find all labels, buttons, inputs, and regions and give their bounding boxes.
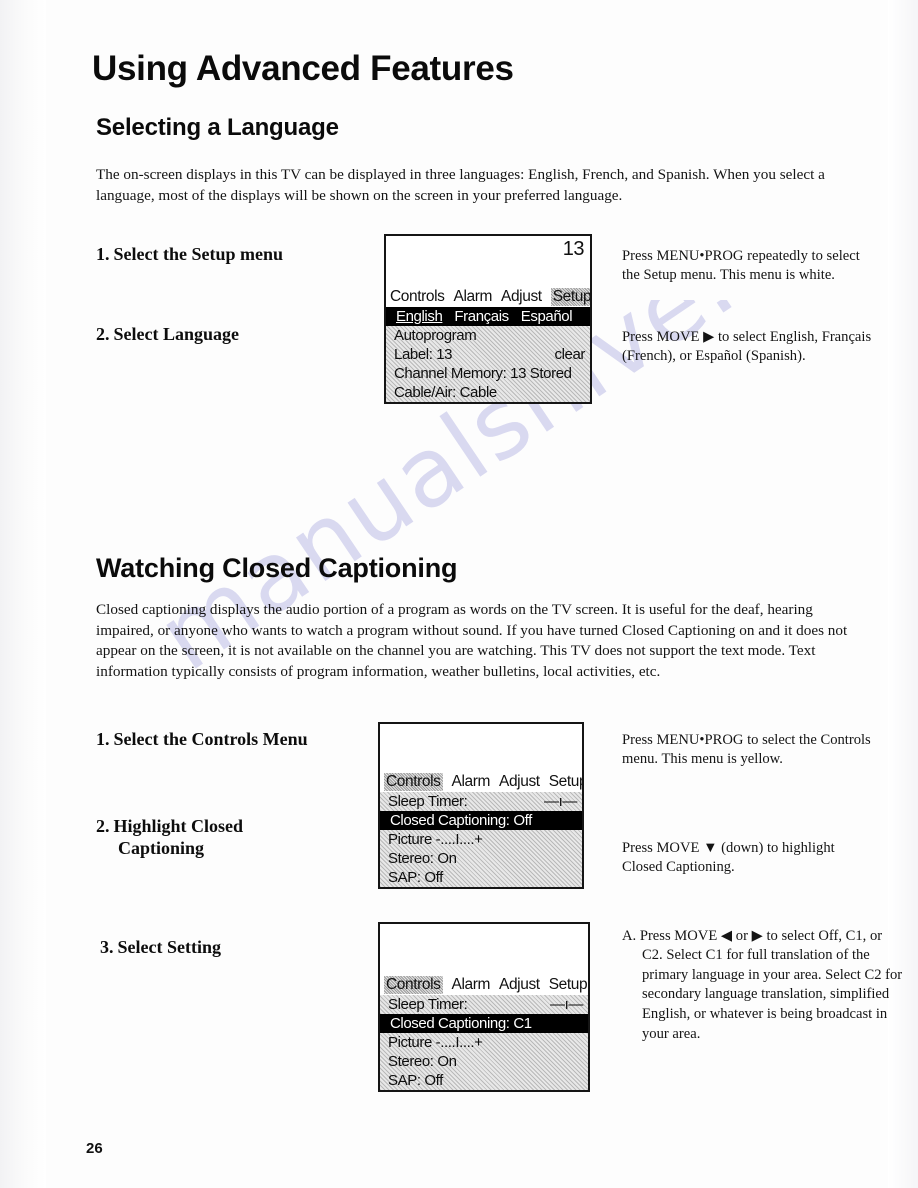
osd-tab-setup[interactable]: Setup [549, 773, 582, 791]
osd-tab-adjust[interactable]: Adjust [501, 288, 542, 306]
section-heading-watching-closed-captioning: Watching Closed Captioning [96, 553, 458, 583]
tv-screen-setup-menu: 13 Controls Alarm Adjust Setup English F… [384, 234, 592, 404]
step-label-continued: Captioning [118, 838, 205, 858]
step-select-controls-menu: 1. Select the Controls Menu [96, 728, 308, 750]
osd-row-label: Closed Captioning: C1 [390, 1015, 532, 1032]
step-number: 2. [96, 816, 110, 836]
osd-tab-bar: Controls Alarm Adjust Setup [380, 975, 588, 995]
osd-row-sleep-timer[interactable]: Sleep Timer: —ı— [380, 792, 582, 811]
osd-row-label: Stereo: On [388, 850, 457, 867]
osd-row-value-clear[interactable]: clear [554, 345, 585, 364]
osd-row-stereo[interactable]: Stereo: On [380, 849, 582, 868]
language-option-espanol[interactable]: Español [521, 307, 573, 326]
osd-row-label: Channel Memory: 13 Stored [394, 365, 572, 382]
note-press-move-select-language: Press MOVE ▶ to select English, Français… [622, 328, 872, 364]
osd-tab-bar: Controls Alarm Adjust Setup [380, 772, 582, 792]
osd-row-value-slider: —ı— [550, 996, 583, 1013]
osd-tab-setup[interactable]: Setup [550, 288, 590, 306]
osd-row-closed-captioning[interactable]: Closed Captioning: C1 [380, 1014, 588, 1033]
osd-panel: Controls Alarm Adjust Setup Sleep Timer:… [380, 975, 588, 1090]
osd-tab-alarm[interactable]: Alarm [452, 976, 491, 994]
step-label: Select Setting [117, 937, 221, 957]
language-option-english[interactable]: English [396, 307, 443, 326]
osd-row-label: SAP: Off [388, 1072, 443, 1089]
step-select-setting: 3. Select Setting [100, 936, 221, 958]
step-label: Select the Setup menu [113, 244, 284, 264]
osd-row-label-channel[interactable]: Label: 13 clear [386, 345, 590, 364]
osd-tab-controls[interactable]: Controls [384, 773, 443, 791]
scanned-page: manualshive.com Using Advanced Features … [0, 0, 918, 1188]
step-number: 1. [96, 244, 110, 264]
osd-row-label: Picture -....I....+ [388, 831, 483, 848]
osd-row-list: Sleep Timer: —ı— Closed Captioning: C1 P… [380, 995, 588, 1090]
osd-row-sleep-timer[interactable]: Sleep Timer: —ı— [380, 995, 588, 1014]
osd-row-label: Sleep Timer: [388, 793, 468, 810]
step-number: 2. [96, 324, 110, 344]
osd-row-closed-captioning[interactable]: Closed Captioning: Off [380, 811, 582, 830]
tv-screen-controls-menu-cc-c1: Controls Alarm Adjust Setup Sleep Timer:… [378, 922, 590, 1092]
osd-row-picture[interactable]: Picture -....I....+ [380, 830, 582, 849]
step-label: Select Language [113, 324, 240, 344]
tv-screen-controls-menu-cc-off: Controls Alarm Adjust Setup Sleep Timer:… [378, 722, 584, 889]
osd-row-autoprogram[interactable]: Autoprogram [386, 326, 590, 345]
step-number: 1. [96, 729, 110, 749]
osd-row-label: Sleep Timer: [388, 996, 468, 1013]
osd-row-label: Cable/Air: Cable [394, 384, 497, 401]
osd-tab-bar: Controls Alarm Adjust Setup [386, 287, 590, 307]
page-content: Using Advanced Features Selecting a Lang… [0, 0, 918, 1188]
osd-row-label: SAP: Off [388, 869, 443, 886]
osd-row-stereo[interactable]: Stereo: On [380, 1052, 588, 1071]
osd-tab-setup[interactable]: Setup [549, 976, 588, 994]
step-select-language: 2. Select Language [96, 323, 239, 345]
osd-row-label: Stereo: On [388, 1053, 457, 1070]
page-title: Using Advanced Features [92, 49, 514, 88]
osd-row-sap[interactable]: SAP: Off [380, 1071, 588, 1090]
osd-tab-alarm[interactable]: Alarm [452, 773, 491, 791]
page-number: 26 [86, 1140, 103, 1157]
osd-tab-controls[interactable]: Controls [390, 288, 445, 306]
section-heading-selecting-a-language: Selecting a Language [96, 114, 339, 141]
step-highlight-closed-captioning: 2. Highlight Closed Captioning [96, 815, 326, 859]
osd-panel: Controls Alarm Adjust Setup Sleep Timer:… [380, 772, 582, 887]
step-label: Highlight Closed [113, 816, 244, 836]
osd-row-channel-memory[interactable]: Channel Memory: 13 Stored [386, 364, 590, 383]
language-option-francais[interactable]: Français [454, 307, 509, 326]
section-intro-selecting-a-language: The on-screen displays in this TV can be… [96, 166, 825, 204]
step-number: 3. [100, 937, 114, 957]
step-select-setup-menu: 1. Select the Setup menu [96, 243, 283, 265]
osd-tab-adjust[interactable]: Adjust [499, 976, 540, 994]
osd-row-list: English Français Español Autoprogram Lab… [386, 307, 590, 402]
note-press-menu-prog-setup: Press MENU•PROG repeatedly to select the… [622, 247, 860, 283]
channel-number: 13 [562, 238, 585, 260]
section-intro-watching-closed-captioning: Closed captioning displays the audio por… [96, 601, 848, 680]
osd-row-label: Picture -....I....+ [388, 1034, 483, 1051]
osd-tab-adjust[interactable]: Adjust [499, 773, 540, 791]
note-press-menu-prog-controls: Press MENU•PROG to select the Controls m… [622, 731, 871, 767]
osd-panel: Controls Alarm Adjust Setup English Fran… [386, 287, 590, 402]
osd-tab-controls[interactable]: Controls [384, 976, 443, 994]
note-press-move-down: Press MOVE ▼ (down) to highlight Closed … [622, 839, 835, 875]
osd-row-cable-air[interactable]: Cable/Air: Cable [386, 383, 590, 402]
osd-row-label: Closed Captioning: Off [390, 812, 532, 829]
osd-row-language-selector[interactable]: English Français Español [386, 307, 590, 326]
osd-row-list: Sleep Timer: —ı— Closed Captioning: Off … [380, 792, 582, 887]
osd-row-picture[interactable]: Picture -....I....+ [380, 1033, 588, 1052]
osd-row-label: Autoprogram [394, 327, 477, 344]
step-label: Select the Controls Menu [113, 729, 308, 749]
osd-row-value-slider: —ı— [544, 793, 577, 810]
note-press-move-select-setting: A. Press MOVE ◀ or ▶ to select Off, C1, … [622, 927, 903, 1042]
osd-tab-alarm[interactable]: Alarm [454, 288, 493, 306]
osd-row-label: Label: 13 [394, 346, 453, 363]
osd-row-sap[interactable]: SAP: Off [380, 868, 582, 887]
